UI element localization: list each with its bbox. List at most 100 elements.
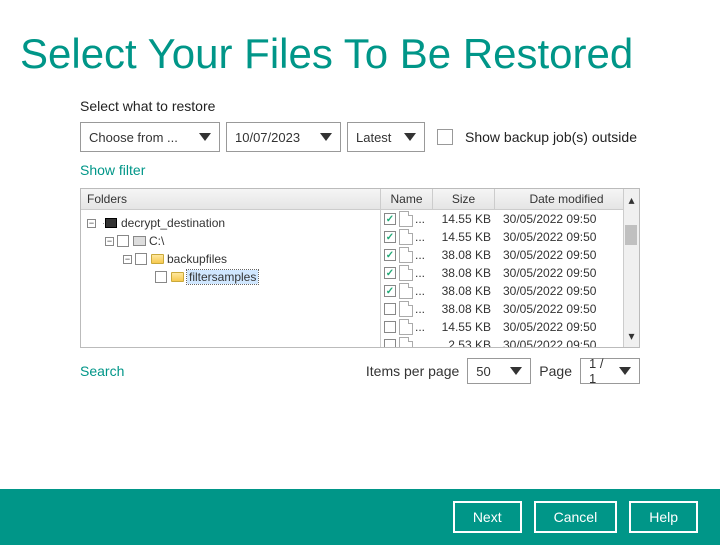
folders-pane: Folders − decrypt_destination − C:\ −: [81, 189, 381, 347]
version-dropdown[interactable]: Latest: [347, 122, 425, 152]
date-dropdown[interactable]: 10/07/2023: [226, 122, 341, 152]
tree-checkbox[interactable]: [155, 271, 167, 283]
scroll-up-icon[interactable]: ▴: [628, 189, 634, 211]
folders-header: Folders: [81, 189, 380, 210]
file-size: 38.08 KB: [435, 302, 497, 316]
file-size: 14.55 KB: [435, 230, 497, 244]
file-date: 30/05/2022 09:50: [497, 284, 639, 298]
tree-collapse-icon[interactable]: −: [87, 219, 96, 228]
file-name: ...: [415, 338, 435, 347]
file-icon: [399, 247, 413, 263]
file-size: 38.08 KB: [435, 248, 497, 262]
source-dropdown-value: Choose from ...: [89, 130, 178, 145]
file-icon: [399, 211, 413, 227]
file-name: ...: [415, 284, 435, 298]
file-checkbox[interactable]: [384, 321, 396, 333]
drive-icon: [132, 234, 146, 248]
scroll-thumb[interactable]: [625, 225, 637, 245]
source-dropdown[interactable]: Choose from ...: [80, 122, 220, 152]
file-size: 14.55 KB: [435, 212, 497, 226]
version-dropdown-value: Latest: [356, 130, 391, 145]
footer: Next Cancel Help: [0, 489, 720, 545]
file-checkbox[interactable]: [384, 285, 396, 297]
file-row[interactable]: ...38.08 KB30/05/2022 09:50: [381, 246, 639, 264]
column-date[interactable]: Date modified: [495, 189, 639, 209]
file-date: 30/05/2022 09:50: [497, 248, 639, 262]
page-label: Page: [539, 363, 572, 379]
file-checkbox[interactable]: [384, 303, 396, 315]
file-browser: Folders − decrypt_destination − C:\ −: [80, 188, 640, 348]
file-name: ...: [415, 212, 435, 226]
items-per-page-dropdown[interactable]: 50: [467, 358, 531, 384]
file-icon: [399, 283, 413, 299]
file-icon: [399, 301, 413, 317]
file-size: 38.08 KB: [435, 284, 497, 298]
file-checkbox[interactable]: [384, 231, 396, 243]
show-outside-label: Show backup job(s) outside: [465, 129, 637, 145]
file-icon: [399, 229, 413, 245]
scroll-down-icon[interactable]: ▾: [628, 325, 634, 347]
tree-collapse-icon[interactable]: −: [123, 255, 132, 264]
chevron-down-icon: [320, 133, 332, 141]
file-row[interactable]: ...14.55 KB30/05/2022 09:50: [381, 210, 639, 228]
computer-icon: [104, 216, 118, 230]
column-name[interactable]: Name: [381, 189, 433, 209]
page-value: 1 / 1: [589, 356, 611, 386]
next-button[interactable]: Next: [453, 501, 522, 533]
tree-node-drive[interactable]: C:\: [149, 234, 164, 248]
cancel-button[interactable]: Cancel: [534, 501, 618, 533]
files-header: Name Size Date modified: [381, 189, 639, 210]
file-date: 30/05/2022 09:50: [497, 338, 639, 347]
tree-node-filtersamples[interactable]: filtersamples: [187, 270, 258, 284]
file-checkbox[interactable]: [384, 267, 396, 279]
file-checkbox[interactable]: [384, 213, 396, 225]
folder-icon: [150, 252, 164, 266]
file-row[interactable]: ...14.55 KB30/05/2022 09:50: [381, 228, 639, 246]
file-date: 30/05/2022 09:50: [497, 266, 639, 280]
tree-checkbox[interactable]: [117, 235, 129, 247]
chevron-down-icon: [619, 367, 631, 375]
search-link[interactable]: Search: [80, 363, 124, 379]
page-dropdown[interactable]: 1 / 1: [580, 358, 640, 384]
tree-checkbox[interactable]: [135, 253, 147, 265]
files-pane: Name Size Date modified ...14.55 KB30/05…: [381, 189, 639, 347]
chevron-down-icon: [199, 133, 211, 141]
pager: Items per page 50 Page 1 / 1: [366, 358, 640, 384]
show-outside-checkbox[interactable]: [437, 129, 453, 145]
file-row[interactable]: ...2.53 KB30/05/2022 09:50: [381, 336, 639, 347]
date-dropdown-value: 10/07/2023: [235, 130, 300, 145]
file-date: 30/05/2022 09:50: [497, 320, 639, 334]
help-button[interactable]: Help: [629, 501, 698, 533]
chevron-down-icon: [404, 133, 416, 141]
file-name: ...: [415, 320, 435, 334]
folder-icon: [170, 270, 184, 284]
file-icon: [399, 265, 413, 281]
file-name: ...: [415, 230, 435, 244]
file-checkbox[interactable]: [384, 249, 396, 261]
items-per-page-label: Items per page: [366, 363, 459, 379]
file-size: 14.55 KB: [435, 320, 497, 334]
tree-node-root[interactable]: decrypt_destination: [121, 216, 225, 230]
restore-label: Select what to restore: [80, 98, 640, 114]
file-row[interactable]: ...38.08 KB30/05/2022 09:50: [381, 282, 639, 300]
file-icon: [399, 319, 413, 335]
file-name: ...: [415, 248, 435, 262]
tree-collapse-icon[interactable]: −: [105, 237, 114, 246]
file-icon: [399, 337, 413, 347]
folder-tree: − decrypt_destination − C:\ − backupfile…: [81, 210, 380, 290]
file-name: ...: [415, 302, 435, 316]
file-row[interactable]: ...38.08 KB30/05/2022 09:50: [381, 300, 639, 318]
file-row[interactable]: ...38.08 KB30/05/2022 09:50: [381, 264, 639, 282]
page-title: Select Your Files To Be Restored: [0, 0, 720, 98]
items-per-page-value: 50: [476, 364, 490, 379]
scrollbar[interactable]: ▴ ▾: [623, 189, 639, 347]
file-row[interactable]: ...14.55 KB30/05/2022 09:50: [381, 318, 639, 336]
file-date: 30/05/2022 09:50: [497, 212, 639, 226]
tree-node-backupfiles[interactable]: backupfiles: [167, 252, 227, 266]
show-filter-link[interactable]: Show filter: [80, 162, 640, 178]
column-size[interactable]: Size: [433, 189, 495, 209]
chevron-down-icon: [510, 367, 522, 375]
file-checkbox[interactable]: [384, 339, 396, 347]
file-name: ...: [415, 266, 435, 280]
file-date: 30/05/2022 09:50: [497, 230, 639, 244]
